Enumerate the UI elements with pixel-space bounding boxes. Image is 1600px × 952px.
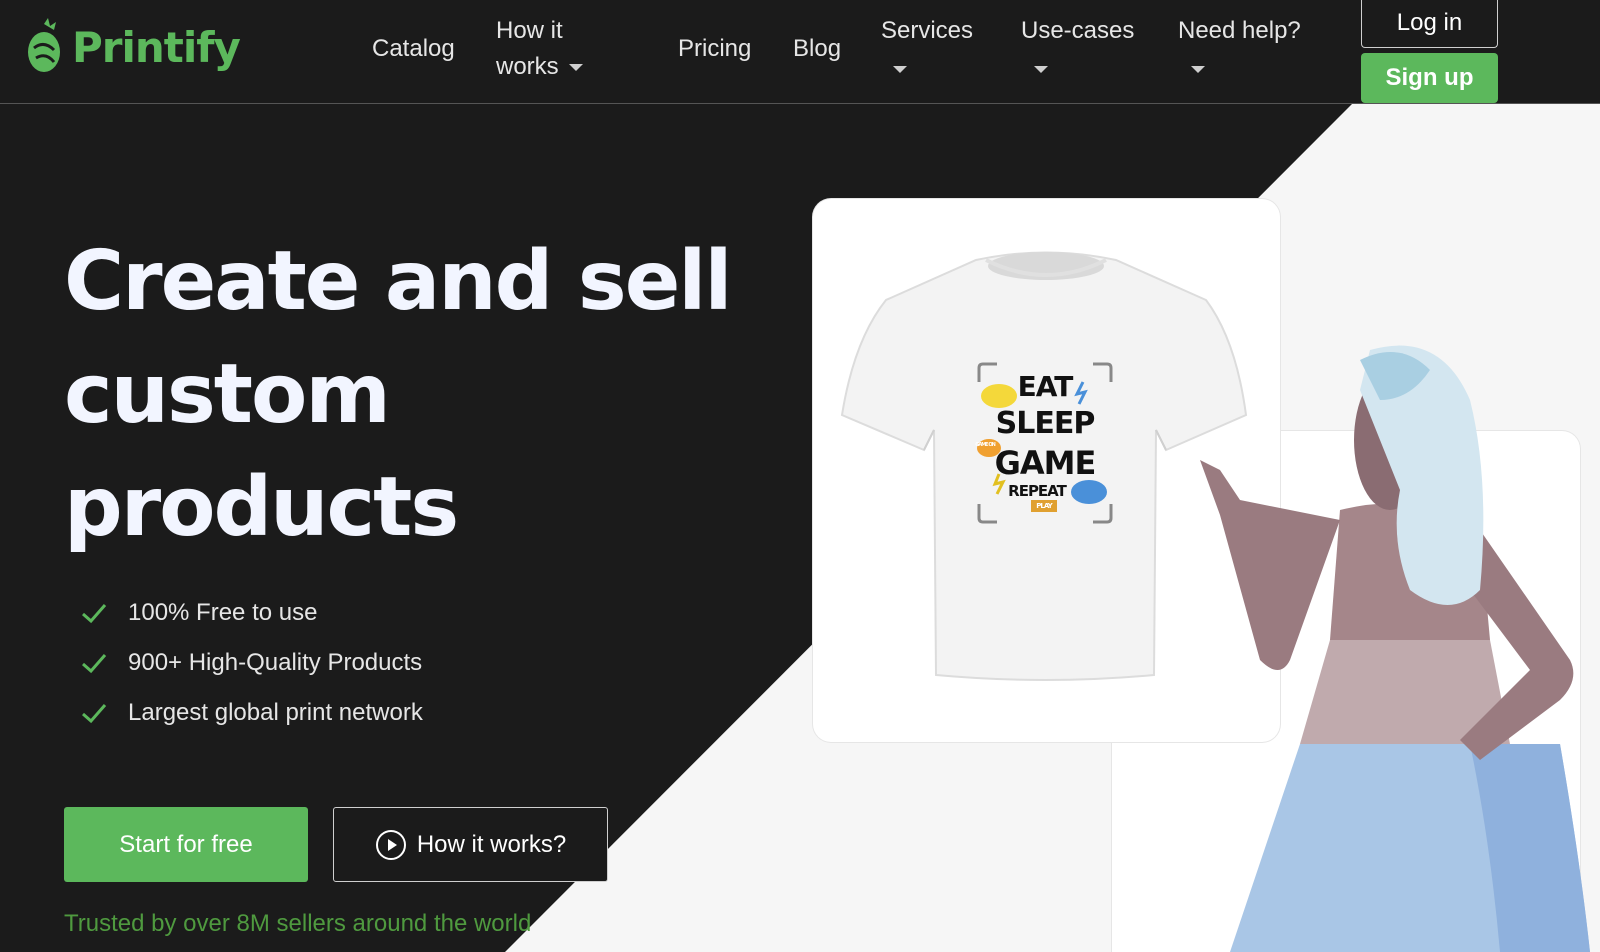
trusted-text: Trusted by over 8M sellers around the wo… [64, 910, 532, 937]
brand-name: Printify [72, 22, 241, 72]
hero-title: Create and sell custom products [64, 225, 764, 564]
nav-how-it-works[interactable]: How it works [496, 13, 583, 85]
nav-use-cases-label: Use-cases [1021, 17, 1135, 44]
nav-catalog-label: Catalog [372, 35, 455, 62]
hero-title-line: custom [64, 347, 391, 442]
design-badge-play: PLAY [1036, 502, 1052, 510]
printify-logo-icon [28, 18, 60, 72]
design-text-eat: EAT [1017, 370, 1074, 403]
feature-item: Largest global print network [80, 688, 423, 738]
nav-need-help[interactable]: Need help? [1178, 13, 1318, 49]
feature-label: Largest global print network [128, 699, 423, 726]
nav-need-help-label: Need help? [1178, 17, 1301, 44]
login-button[interactable]: Log in [1361, 0, 1498, 48]
chevron-down-icon [893, 66, 907, 73]
check-icon [82, 654, 107, 674]
nav-blog[interactable]: Blog [793, 31, 841, 67]
nav-services[interactable]: Services [881, 13, 981, 49]
feature-item: 900+ High-Quality Products [80, 638, 423, 688]
chevron-down-icon [1191, 66, 1205, 73]
how-it-works-label: How it works? [416, 830, 567, 858]
feature-item: 100% Free to use [80, 588, 423, 638]
chevron-down-icon [1034, 66, 1048, 73]
nav-pricing[interactable]: Pricing [678, 31, 751, 67]
site-header: Printify Catalog How it works Pricing Bl… [0, 0, 1600, 104]
hero-title-line: products [64, 460, 459, 555]
nav-services-label: Services [881, 17, 974, 44]
play-circle-icon [375, 829, 406, 860]
feature-list: 100% Free to use 900+ High-Quality Produ… [80, 588, 423, 738]
how-it-works-button[interactable]: How it works? [333, 807, 608, 882]
hero-title-line: Create and sell [64, 234, 733, 329]
logo[interactable]: Printify [24, 18, 241, 76]
woman-illustration [1200, 345, 1590, 952]
start-for-free-button[interactable]: Start for free [64, 807, 308, 882]
feature-label: 100% Free to use [128, 599, 318, 626]
nav-pricing-label: Pricing [678, 35, 752, 62]
nav-blog-label: Blog [793, 35, 842, 62]
check-icon [82, 704, 107, 724]
nav-use-cases[interactable]: Use-cases [1021, 13, 1141, 49]
tshirt-print-design: EAT SLEEP GAME REPEAT GAME ON PLAY [975, 362, 1115, 524]
signup-button[interactable]: Sign up [1361, 53, 1498, 103]
feature-label: 900+ High-Quality Products [128, 649, 423, 676]
nav-how-it-works-label-1: How it [496, 17, 563, 44]
check-icon [82, 604, 107, 624]
design-badge-game-on: GAME ON [975, 442, 996, 448]
design-text-game: GAME [994, 444, 1097, 482]
nav-catalog[interactable]: Catalog [372, 31, 455, 67]
design-text-repeat: REPEAT [1008, 482, 1067, 500]
design-text-sleep: SLEEP [995, 406, 1096, 441]
nav-how-it-works-label-2: works [496, 53, 559, 80]
chevron-down-icon [568, 64, 583, 72]
